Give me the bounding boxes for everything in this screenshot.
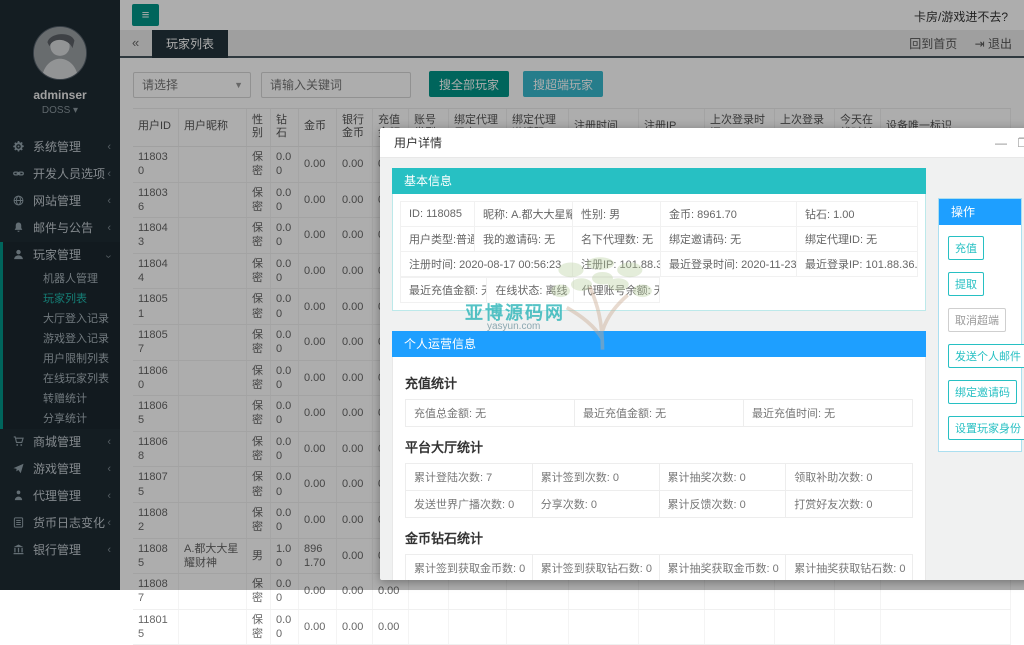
operation-button[interactable]: 发送个人邮件 <box>948 344 1024 368</box>
stat-cell: 累计签到获取钻石数: 0 <box>532 555 659 581</box>
stat-cell: 打赏好友次数: 0 <box>786 491 913 518</box>
table-cell <box>569 610 639 645</box>
personal-sections: 充值统计充值总金额: 无最近充值金额: 无最近充值时间: 无平台大厅统计累计登陆… <box>392 357 926 580</box>
stat-cell: 领取补助次数: 0 <box>786 464 913 491</box>
info-cell: 最近登录IP: 101.88.36.222 <box>797 252 918 277</box>
info-cell: 最近登录时间: 2020-11-23 11:14:44 <box>661 252 797 277</box>
stat-cell: 累计签到次数: 0 <box>532 464 659 491</box>
operations-buttons: 充值提取取消超端发送个人邮件绑定邀请码设置玩家身份 <box>939 225 1021 451</box>
info-table: 充值总金额: 无最近充值金额: 无最近充值时间: 无 <box>405 399 913 427</box>
stat-cell: 分享次数: 0 <box>532 491 659 518</box>
info-cell: 昵称: A.都大大星耀财神 <box>475 202 573 227</box>
info-cell: 绑定代理ID: 无 <box>797 227 918 252</box>
operation-button[interactable]: 充值 <box>948 236 984 260</box>
table-cell: 保密 <box>247 610 271 645</box>
info-cell: 我的邀请码: 无 <box>475 227 573 252</box>
info-table: 累计登陆次数: 7累计签到次数: 0累计抽奖次数: 0领取补助次数: 0 发送世界… <box>405 463 913 518</box>
info-table: 最近充值金额: 无在线状态: 离线代理账号余额: 无 <box>400 277 660 303</box>
stat-cell: 最近充值金额: 无 <box>575 400 744 427</box>
modal-title-bar: 用户详情 — ❐ <box>380 128 1024 158</box>
personal-info-panel: 个人运营信息 充值统计充值总金额: 无最近充值金额: 无最近充值时间: 无平台大… <box>392 331 926 580</box>
table-cell <box>835 610 881 645</box>
stat-cell: 累计反馈次数: 0 <box>659 491 786 518</box>
info-cell: 名下代理数: 无 <box>573 227 661 252</box>
info-table: 累计签到获取金币数: 0累计签到获取钻石数: 0累计抽奖获取金币数: 0累计抽奖… <box>405 554 913 580</box>
stat-cell: 累计抽奖获取钻石数: 0 <box>786 555 913 581</box>
stat-cell: 累计抽奖获取金币数: 0 <box>659 555 786 581</box>
personal-info-header: 个人运营信息 <box>392 331 926 357</box>
table-cell <box>639 610 705 645</box>
info-cell: 绑定邀请码: 无 <box>661 227 797 252</box>
section-title: 金币钻石统计 <box>405 528 913 547</box>
info-cell: 注册时间: 2020-08-17 00:56:23 <box>401 252 573 277</box>
basic-info-header: 基本信息 <box>392 168 926 194</box>
info-cell: 最近充值金额: 无 <box>401 278 487 303</box>
stat-cell: 累计签到获取金币数: 0 <box>406 555 533 581</box>
operations-header: 操作 <box>939 199 1021 225</box>
info-table: ID: 118085昵称: A.都大大星耀财神性别: 男金币: 8961.70钻… <box>400 201 918 277</box>
operation-button[interactable]: 设置玩家身份 <box>948 416 1024 440</box>
info-cell: ID: 118085 <box>401 202 475 227</box>
operation-button[interactable]: 取消超端 <box>948 308 1006 332</box>
info-cell: 用户类型:普通用户 <box>401 227 475 252</box>
table-cell: 0.00 <box>271 610 299 645</box>
basic-info-table: ID: 118085昵称: A.都大大星耀财神性别: 男金币: 8961.70钻… <box>392 194 926 311</box>
section-title: 充值统计 <box>405 373 913 392</box>
operation-button[interactable]: 提取 <box>948 272 984 296</box>
stat-cell: 充值总金额: 无 <box>406 400 575 427</box>
table-row[interactable]: 118015保密0.000.000.000.00 <box>133 610 1011 645</box>
table-cell <box>775 610 835 645</box>
info-cell: 性别: 男 <box>573 202 661 227</box>
table-cell <box>449 610 507 645</box>
table-cell: 0.00 <box>373 610 409 645</box>
info-cell: 金币: 8961.70 <box>661 202 797 227</box>
maximize-icon[interactable]: ❐ <box>1014 128 1024 158</box>
modal-left-column: 基本信息 ID: 118085昵称: A.都大大星耀财神性别: 男金币: 896… <box>392 168 926 580</box>
table-cell: 0.00 <box>299 610 337 645</box>
info-cell: 钻石: 1.00 <box>797 202 918 227</box>
table-cell <box>881 610 1011 645</box>
modal-title: 用户详情 <box>394 136 442 150</box>
table-cell <box>705 610 775 645</box>
operations-panel: 操作 充值提取取消超端发送个人邮件绑定邀请码设置玩家身份 <box>938 198 1022 452</box>
section-title: 平台大厅统计 <box>405 437 913 456</box>
modal-body: 基本信息 ID: 118085昵称: A.都大大星耀财神性别: 男金币: 896… <box>380 158 1024 580</box>
table-cell <box>409 610 449 645</box>
table-cell <box>507 610 569 645</box>
minimize-icon[interactable]: — <box>992 128 1010 158</box>
stat-cell: 累计抽奖次数: 0 <box>659 464 786 491</box>
basic-info-panel: 基本信息 ID: 118085昵称: A.都大大星耀财神性别: 男金币: 896… <box>392 168 926 311</box>
user-detail-modal: 用户详情 — ❐ 基本信息 ID: 118085昵称: A.都大大星耀财神性别:… <box>380 128 1024 580</box>
stat-cell: 最近充值时间: 无 <box>744 400 913 427</box>
table-cell: 0.00 <box>337 610 373 645</box>
info-cell: 在线状态: 离线 <box>487 278 573 303</box>
operation-button[interactable]: 绑定邀请码 <box>948 380 1017 404</box>
table-cell: 118015 <box>133 610 179 645</box>
stat-cell: 累计登陆次数: 7 <box>406 464 533 491</box>
table-cell <box>179 610 247 645</box>
info-cell: 代理账号余额: 无 <box>573 278 659 303</box>
stat-cell: 发送世界广播次数: 0 <box>406 491 533 518</box>
info-cell: 注册IP: 101.88.36.222 <box>573 252 661 277</box>
